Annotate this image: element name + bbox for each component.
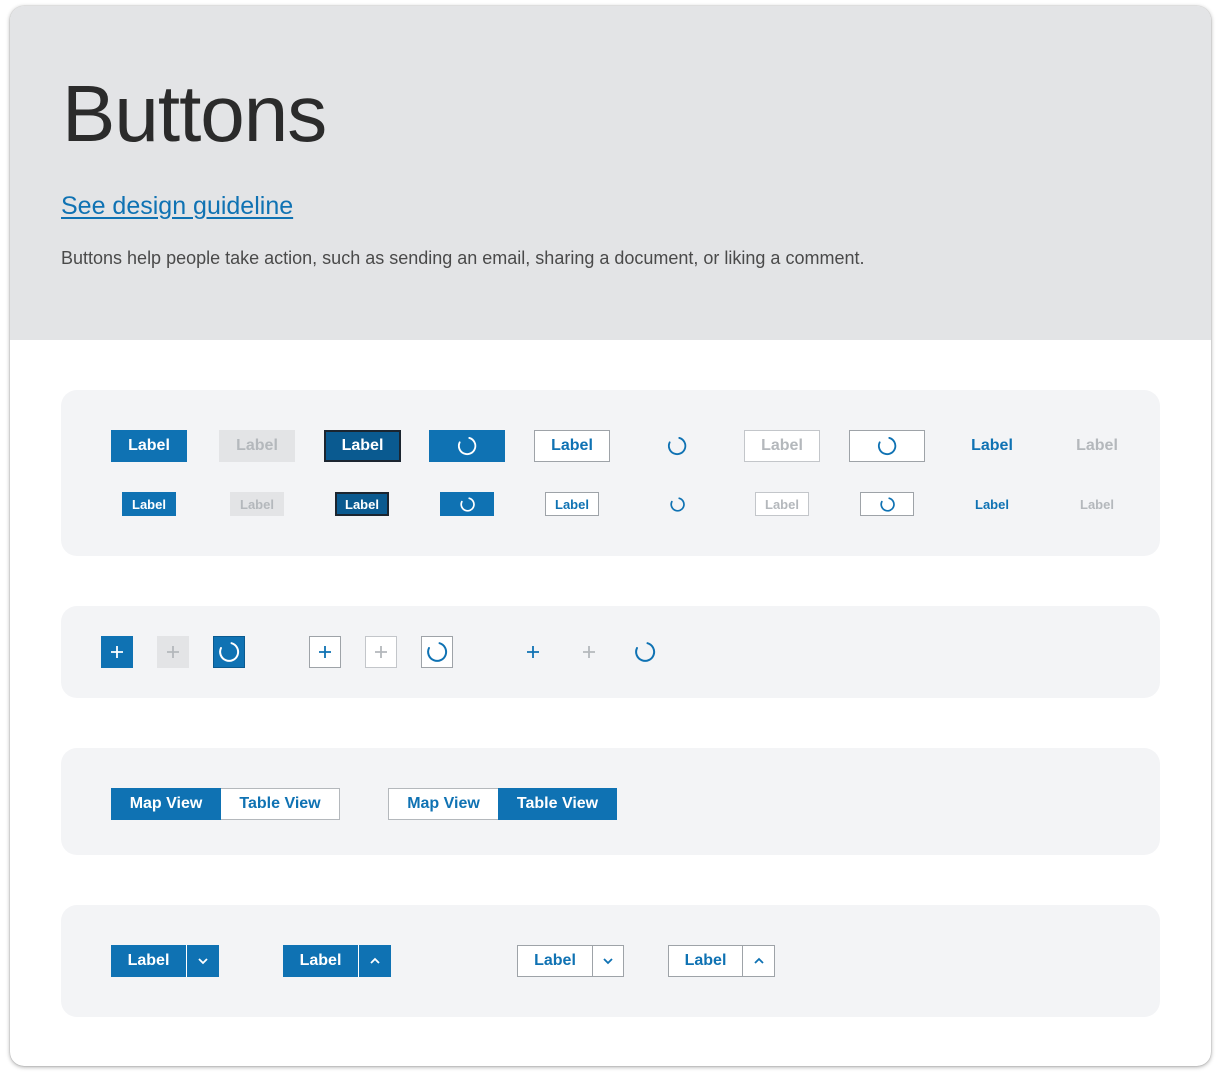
spinner-icon <box>878 437 897 456</box>
segmented-panel: Map View Table View Map View Table View <box>61 748 1160 855</box>
plus-icon <box>375 646 387 658</box>
split-button-primary-down: Label <box>111 945 219 977</box>
view-toggle-1: Map View Table View <box>111 788 340 820</box>
outline-disabled-button[interactable]: Label <box>744 430 820 462</box>
buttons-card: Buttons See design guideline Buttons hel… <box>10 6 1211 1066</box>
ghost-disabled-button[interactable]: Label <box>1059 430 1135 462</box>
chevron-up-icon <box>753 957 764 964</box>
split-button-toggle[interactable] <box>358 945 391 977</box>
add-icon-button-ghost[interactable] <box>517 636 549 668</box>
split-button-outline-down: Label <box>517 945 624 977</box>
spinner-icon <box>458 437 477 456</box>
spinner-icon <box>219 642 240 662</box>
page-title: Buttons <box>62 69 327 158</box>
loading-button-small[interactable] <box>440 492 494 516</box>
outline-button-small[interactable]: Label <box>545 492 599 516</box>
text-buttons-panel: Label Label Label Label Label Label Labe… <box>61 390 1160 556</box>
add-icon-button[interactable] <box>101 636 133 668</box>
spinner-icon <box>669 496 685 512</box>
focused-button-small[interactable]: Label <box>335 492 389 516</box>
plus-icon <box>527 646 539 658</box>
ghost-loading-button[interactable] <box>639 430 715 462</box>
table-view-segment[interactable]: Table View <box>498 788 617 820</box>
add-icon-button-ghost-disabled[interactable] <box>573 636 605 668</box>
chevron-down-icon <box>603 958 613 965</box>
outline-button[interactable]: Label <box>534 430 610 462</box>
spinner-icon <box>635 642 656 662</box>
ghost-disabled-button-small[interactable]: Label <box>1070 492 1124 516</box>
split-button-toggle[interactable] <box>186 945 219 977</box>
disabled-button[interactable]: Label <box>219 430 295 462</box>
add-icon-button-outline[interactable] <box>309 636 341 668</box>
split-button-label[interactable]: Label <box>517 945 593 977</box>
view-toggle-2: Map View Table View <box>388 788 617 820</box>
plus-icon <box>319 646 331 658</box>
spinner-icon <box>459 496 475 512</box>
focused-button[interactable]: Label <box>324 430 401 462</box>
split-button-label[interactable]: Label <box>283 945 358 977</box>
loading-icon-button-ghost[interactable] <box>629 636 661 668</box>
spinner-icon <box>668 437 687 456</box>
ghost-loading-button-small[interactable] <box>650 492 704 516</box>
split-button-toggle[interactable] <box>743 945 775 977</box>
loading-button[interactable] <box>429 430 505 462</box>
page-description: Buttons help people take action, such as… <box>61 248 865 268</box>
split-button-label[interactable]: Label <box>668 945 743 977</box>
disabled-button-small[interactable]: Label <box>230 492 284 516</box>
split-button-outline-up: Label <box>668 945 775 977</box>
plus-icon <box>167 646 179 658</box>
map-view-segment[interactable]: Map View <box>388 788 498 820</box>
split-button-toggle[interactable] <box>593 945 624 977</box>
loading-icon-button-outline[interactable] <box>421 636 453 668</box>
spinner-icon <box>427 642 448 662</box>
loading-icon-button[interactable] <box>213 636 245 668</box>
ghost-button-small[interactable]: Label <box>965 492 1019 516</box>
chevron-up-icon <box>370 957 380 964</box>
split-button-primary-up: Label <box>283 945 391 977</box>
primary-button[interactable]: Label <box>111 430 187 462</box>
plus-icon <box>583 646 595 658</box>
ghost-button[interactable]: Label <box>954 430 1030 462</box>
outline-disabled-button-small[interactable]: Label <box>755 492 809 516</box>
icon-buttons-panel <box>61 606 1160 698</box>
chevron-down-icon <box>198 958 208 965</box>
split-button-label[interactable]: Label <box>111 945 186 977</box>
add-icon-button-outline-disabled[interactable] <box>365 636 397 668</box>
add-icon-button-disabled[interactable] <box>157 636 189 668</box>
outline-loading-button-small[interactable] <box>860 492 914 516</box>
outline-loading-button[interactable] <box>849 430 925 462</box>
table-view-segment[interactable]: Table View <box>221 788 340 820</box>
design-guideline-link[interactable]: See design guideline <box>61 192 293 221</box>
map-view-segment[interactable]: Map View <box>111 788 221 820</box>
split-buttons-panel: Label Label Label Label <box>61 905 1160 1017</box>
hero-section: Buttons See design guideline Buttons hel… <box>10 6 1211 340</box>
primary-button-small[interactable]: Label <box>122 492 176 516</box>
spinner-icon <box>879 496 895 512</box>
plus-icon <box>111 646 123 658</box>
